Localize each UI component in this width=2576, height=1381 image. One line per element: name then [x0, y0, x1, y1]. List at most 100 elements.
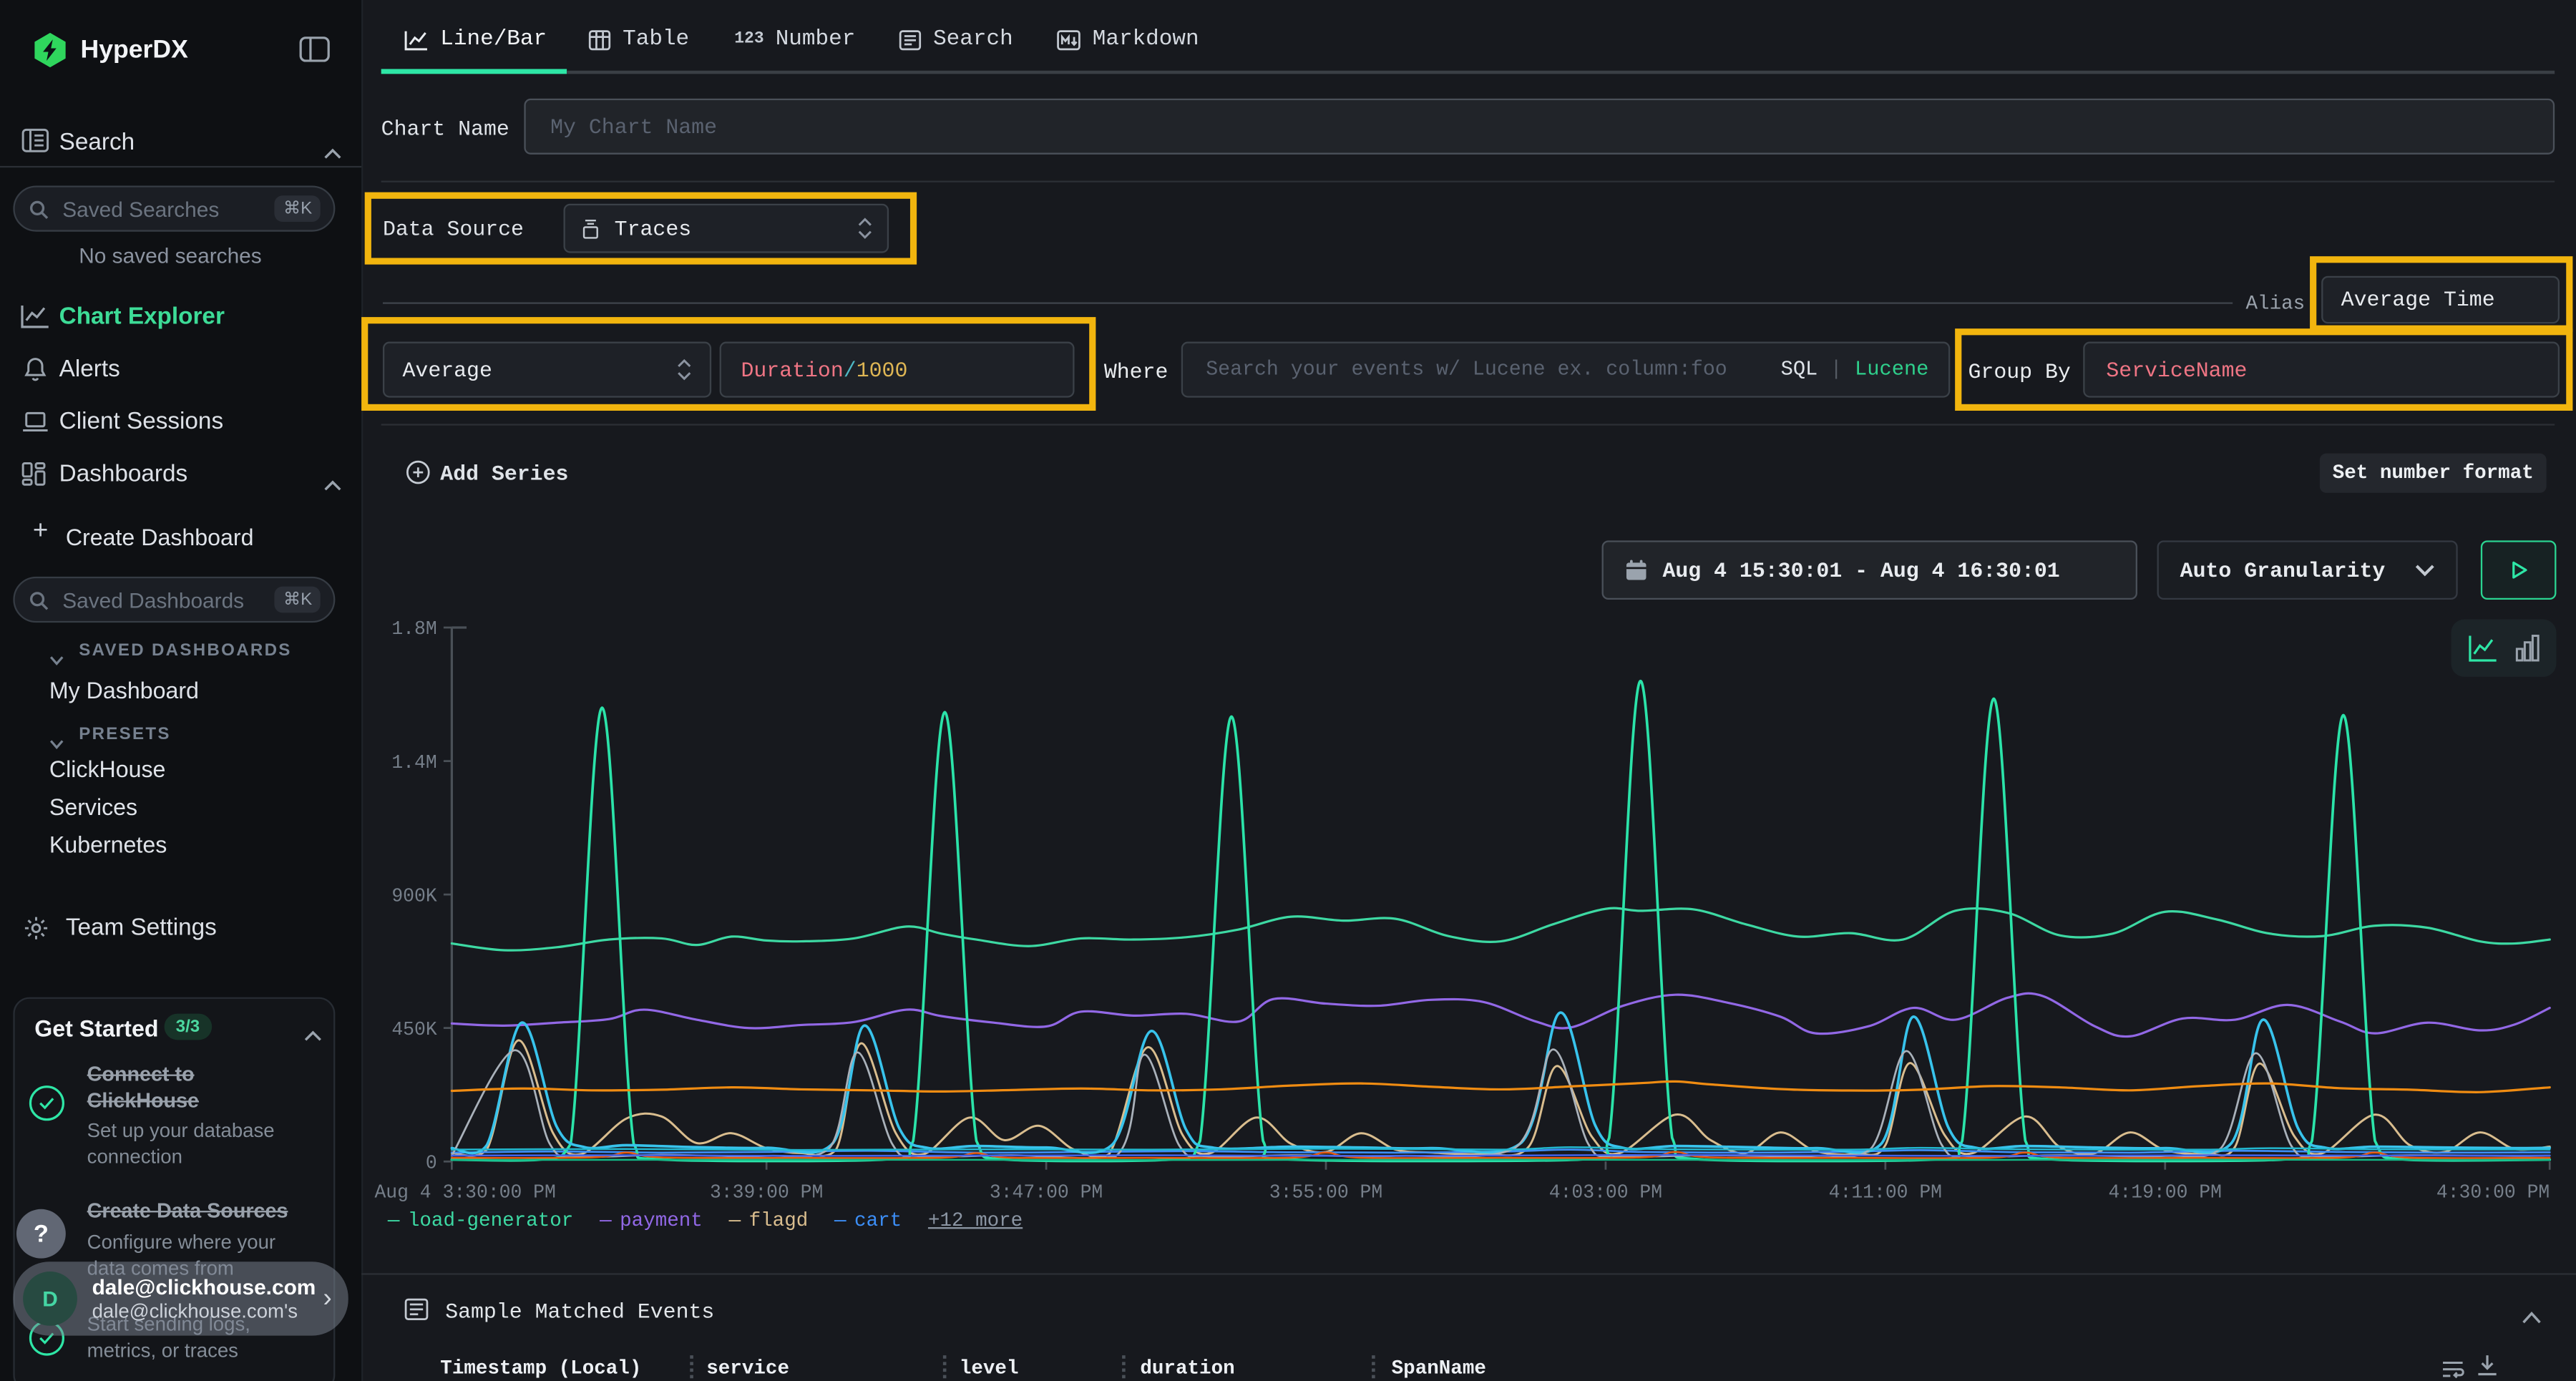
column-header-level[interactable]: level — [960, 1357, 1019, 1380]
sidebar-item-preset[interactable]: ClickHouse — [0, 749, 361, 787]
set-number-format-button[interactable]: Set number format — [2320, 454, 2547, 493]
legend-item[interactable]: —flagd — [729, 1209, 809, 1232]
tab-markdown[interactable]: Markdown — [1056, 28, 1199, 52]
sidebar-item-dashboards[interactable]: Dashboards — [59, 462, 188, 488]
series-connector-line — [383, 302, 2233, 303]
user-menu[interactable]: D dale@clickhouse.com dale@clickhouse.co… — [13, 1262, 348, 1335]
chart-name-label: Chart Name — [381, 117, 509, 141]
where-label: Where — [1104, 360, 1169, 384]
column-separator[interactable] — [943, 1355, 947, 1378]
tab-search[interactable]: Search — [899, 28, 1013, 52]
table-icon — [588, 29, 611, 51]
timeseries-chart[interactable]: 0450K900K1.4M1.8MAug 4 3:30:00 PM3:39:00… — [368, 611, 2562, 1212]
sql-toggle[interactable]: SQL — [1781, 358, 1818, 381]
tab-line-bar[interactable]: Line/Bar — [404, 28, 547, 52]
sidebar-item-preset[interactable]: Services — [0, 787, 361, 825]
aggregation-select[interactable]: Average — [383, 342, 711, 398]
help-button[interactable]: ? — [16, 1209, 66, 1259]
plus-circle-icon[interactable] — [406, 460, 430, 493]
date-range-picker[interactable]: Aug 4 15:30:01 - Aug 4 16:30:01 — [1602, 540, 2137, 600]
sidebar-item-chart-explorer[interactable]: Chart Explorer — [59, 304, 225, 331]
search-icon — [28, 589, 49, 610]
svg-text:1.4M: 1.4M — [391, 752, 436, 774]
get-started-item-title[interactable]: Connect to ClickHouse — [87, 1061, 288, 1113]
group-by-input[interactable]: ServiceName — [2083, 342, 2560, 398]
column-header-timestamp-local-[interactable]: Timestamp (Local) — [440, 1357, 641, 1380]
chart-name-input[interactable] — [547, 112, 2532, 140]
chevron-up-icon[interactable] — [2522, 1303, 2542, 1332]
saved-searches-input[interactable]: Saved Searches ⌘K — [13, 185, 335, 231]
where-input[interactable] — [1203, 356, 1781, 383]
section-divider — [361, 1273, 2576, 1274]
chevron-up-icon[interactable] — [304, 1020, 322, 1050]
data-source-select[interactable]: Traces — [564, 204, 889, 253]
line-chart-icon — [404, 29, 429, 51]
sidebar-item-create-dashboard[interactable]: Create Dashboard — [66, 524, 254, 550]
tab-number[interactable]: 123 Number — [734, 28, 855, 52]
svg-text:4:30:00 PM: 4:30:00 PM — [2436, 1182, 2550, 1204]
sidebar-item-client-sessions[interactable]: Client Sessions — [59, 409, 223, 436]
svg-text:900K: 900K — [391, 885, 437, 907]
chevron-up-icon[interactable] — [323, 138, 341, 167]
saved-dashboards-header[interactable]: SAVED DASHBOARDS — [79, 640, 292, 660]
legend-more-link[interactable]: +12 more — [928, 1209, 1023, 1232]
section-divider — [381, 181, 2555, 182]
legend-item[interactable]: —cart — [834, 1209, 902, 1232]
svg-text:4:11:00 PM: 4:11:00 PM — [1829, 1182, 1942, 1204]
list-icon — [899, 29, 922, 51]
hyperdx-logo-icon — [33, 33, 67, 67]
column-header-spanname[interactable]: SpanName — [1392, 1357, 1486, 1380]
svg-text:450K: 450K — [391, 1019, 437, 1040]
sidebar-item-my-dashboard[interactable]: My Dashboard — [49, 677, 199, 703]
field-expression-input[interactable]: Duration/1000 — [720, 342, 1075, 398]
legend-item[interactable]: —payment — [600, 1209, 703, 1232]
sidebar-item-preset[interactable]: Kubernetes — [0, 825, 361, 863]
get-started-item-title[interactable]: Create Data Sources — [87, 1198, 333, 1224]
collapse-sidebar-icon[interactable] — [299, 36, 331, 71]
chevron-up-icon[interactable] — [323, 470, 341, 499]
column-separator[interactable] — [1372, 1355, 1375, 1378]
tab-table[interactable]: Table — [588, 28, 689, 52]
presets-header[interactable]: PRESETS — [79, 725, 171, 745]
svg-text:3:39:00 PM: 3:39:00 PM — [710, 1182, 823, 1204]
date-range-value: Aug 4 15:30:01 - Aug 4 16:30:01 — [1662, 557, 2059, 582]
number-123-icon: 123 — [734, 31, 763, 49]
chart-series-other-spike-gray — [452, 1050, 2550, 1158]
preset-list: ClickHouseServicesKubernetes — [0, 749, 361, 862]
get-started-title: Get Started — [34, 1015, 158, 1042]
add-series-button[interactable]: Add Series — [440, 462, 568, 486]
lucene-toggle[interactable]: Lucene — [1855, 358, 1928, 381]
shortcut-badge: ⌘K — [275, 587, 321, 613]
brand-title: HyperDX — [81, 36, 188, 66]
field-token: Duration — [741, 357, 843, 381]
saved-searches-placeholder: Saved Searches — [62, 196, 275, 220]
sidebar-item-team-settings[interactable]: Team Settings — [66, 915, 217, 942]
legend-item[interactable]: —load-generator — [388, 1209, 574, 1232]
user-subtitle: dale@clickhouse.com's — [92, 1299, 323, 1322]
shortcut-badge: ⌘K — [275, 195, 321, 222]
run-query-button[interactable] — [2481, 540, 2557, 600]
tab-underline-track — [567, 71, 2555, 74]
column-header-service[interactable]: service — [706, 1357, 789, 1380]
column-separator[interactable] — [690, 1355, 693, 1378]
laptop-icon — [21, 411, 49, 442]
bell-icon — [23, 356, 47, 391]
chevron-down-icon[interactable] — [49, 644, 64, 673]
legend-dash-icon: — — [388, 1209, 400, 1232]
alias-input[interactable] — [2338, 286, 2543, 313]
toggle-divider: | — [1830, 358, 1843, 381]
svg-text:Aug 4 3:30:00 PM: Aug 4 3:30:00 PM — [374, 1182, 555, 1204]
sidebar-item-search[interactable]: Search — [59, 130, 135, 156]
sidebar-item-alerts[interactable]: Alerts — [59, 356, 120, 383]
select-chevrons-icon — [677, 358, 692, 381]
wrap-lines-icon[interactable] — [2441, 1357, 2464, 1381]
sidebar-divider — [0, 166, 361, 167]
saved-dashboards-input[interactable]: Saved Dashboards ⌘K — [13, 577, 335, 623]
aggregation-value: Average — [403, 357, 677, 381]
column-header-duration[interactable]: duration — [1140, 1357, 1234, 1380]
column-separator[interactable] — [1122, 1355, 1126, 1378]
legend-dash-icon: — — [600, 1209, 612, 1232]
events-table-header: Timestamp (Local) service level duration Spa… — [361, 1347, 2576, 1381]
download-icon[interactable] — [2476, 1354, 2499, 1381]
granularity-select[interactable]: Auto Granularity — [2157, 540, 2458, 600]
